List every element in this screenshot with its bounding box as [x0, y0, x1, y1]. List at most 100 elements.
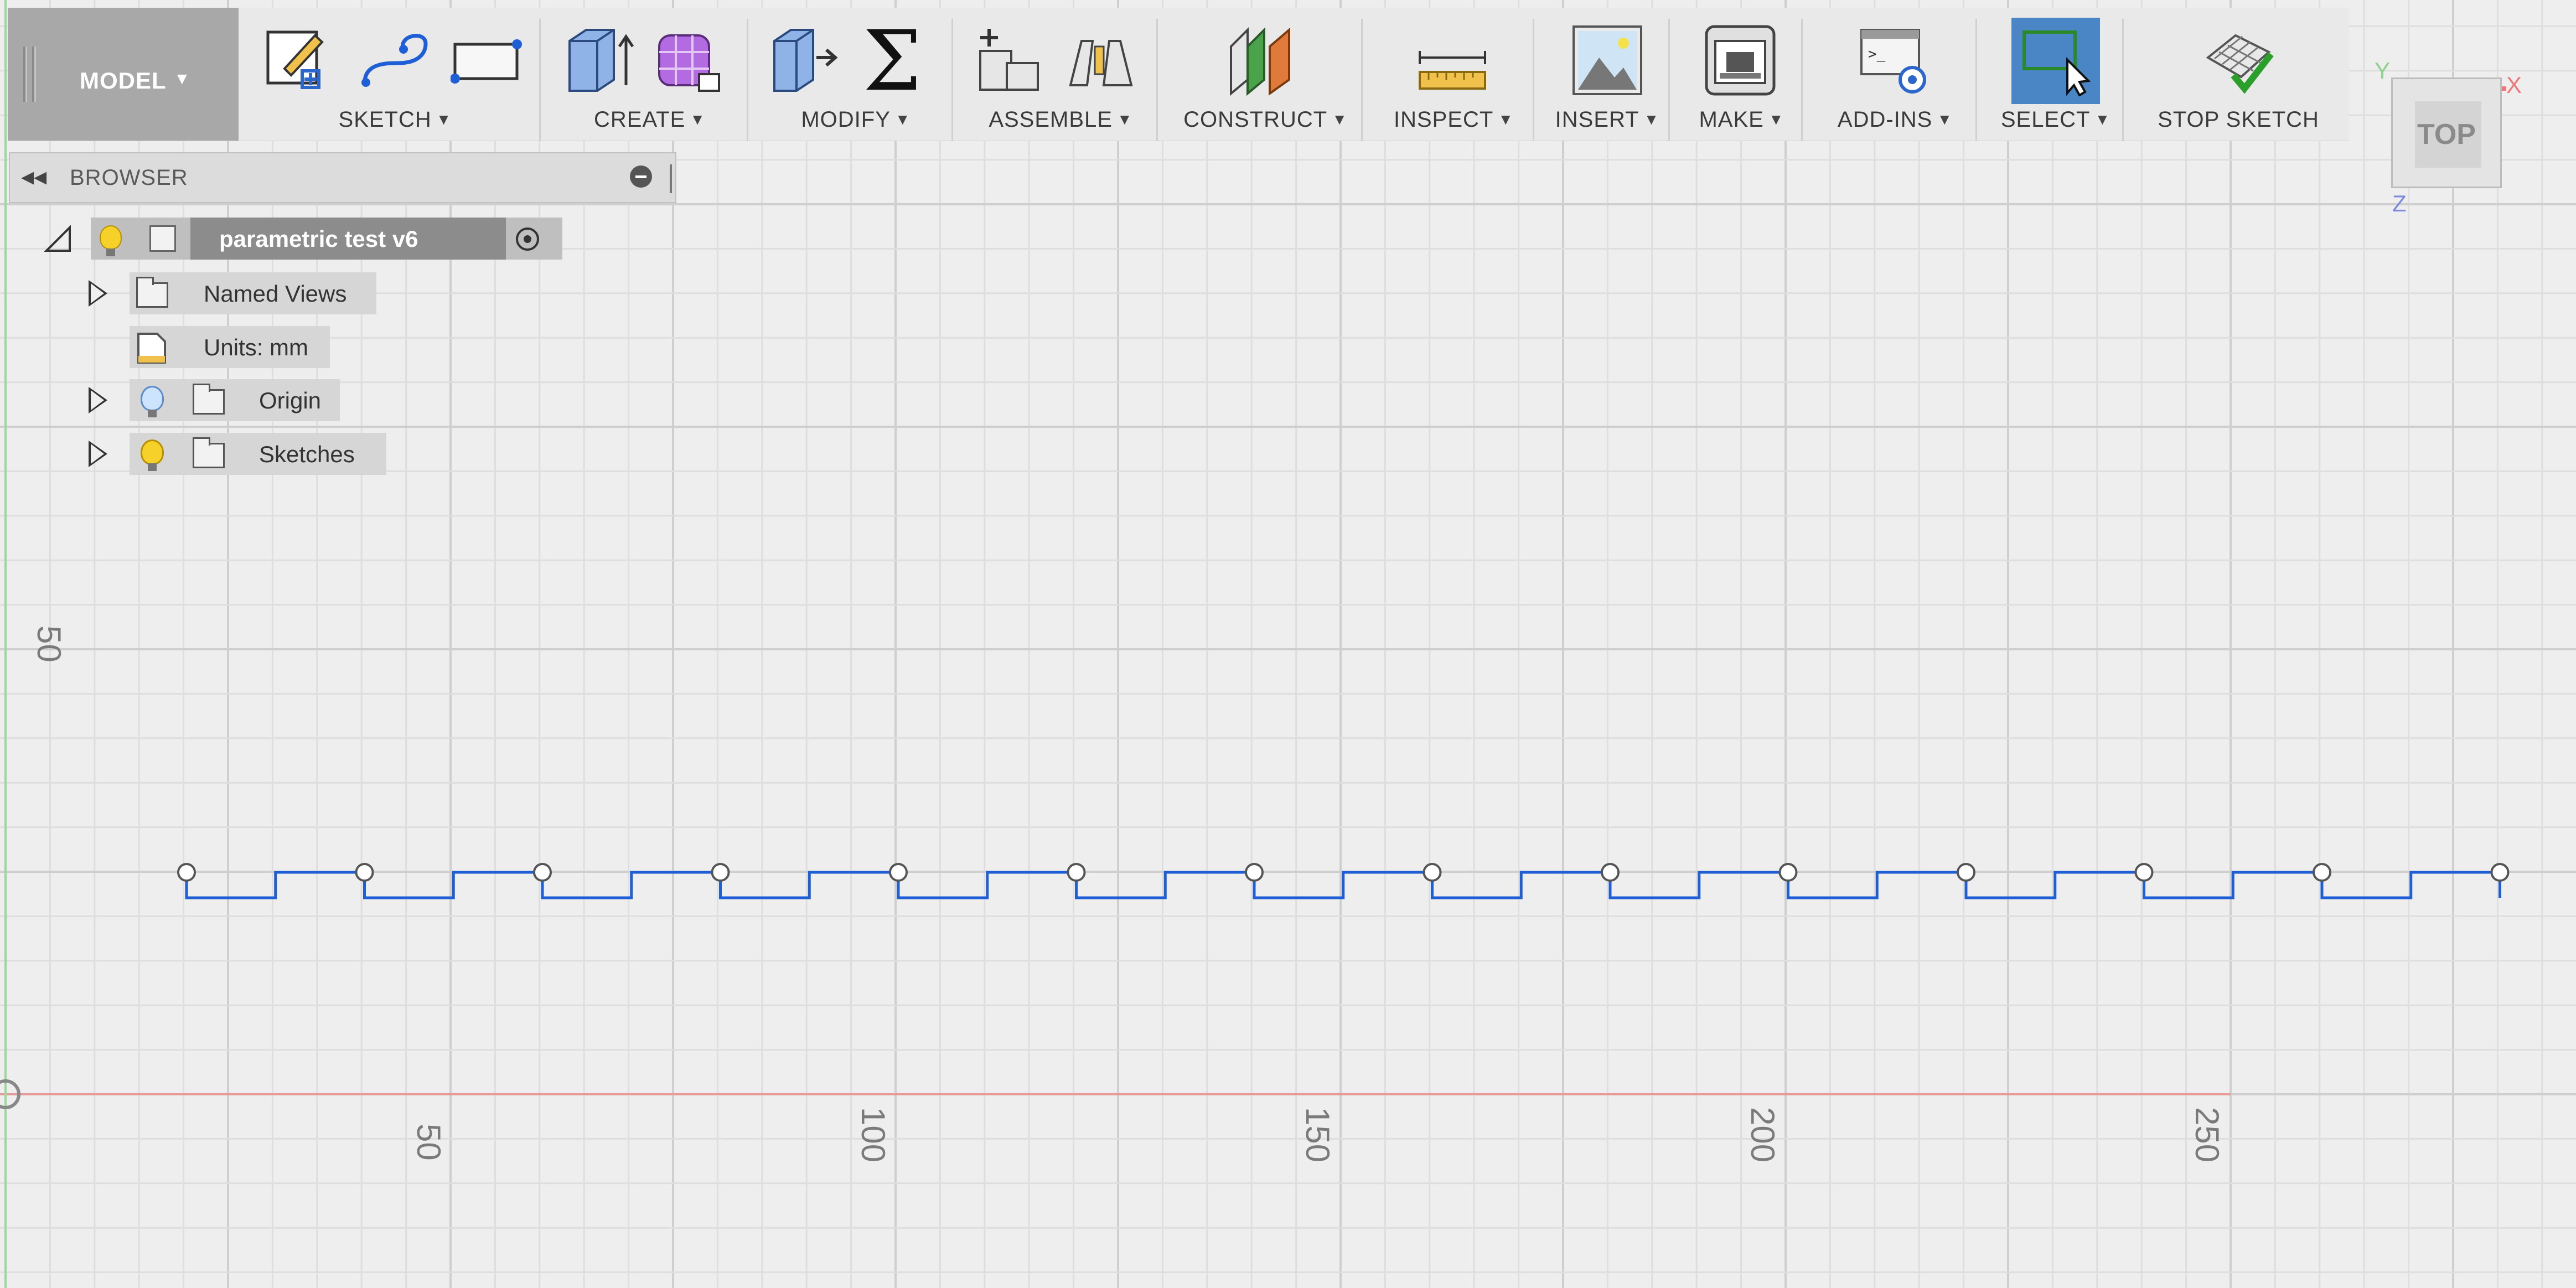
- sketch-square-wave[interactable]: [185, 871, 2501, 899]
- select-group[interactable]: SELECT ▼: [1989, 8, 2122, 141]
- sketch-point: [2134, 863, 2154, 882]
- sketch-point: [177, 863, 196, 882]
- axis-z-label: Z: [2392, 190, 2407, 216]
- browser-pin-icon[interactable]: [670, 164, 672, 193]
- insert-menu-label[interactable]: INSERT ▼: [1546, 107, 1668, 132]
- construct-menu-label[interactable]: CONSTRUCT ▼: [1170, 107, 1361, 132]
- modify-menu-label[interactable]: MODIFY ▼: [761, 107, 951, 132]
- make-menu-label[interactable]: MAKE ▼: [1682, 107, 1801, 132]
- sketch-point: [533, 863, 552, 882]
- select-menu-label[interactable]: SELECT ▼: [1989, 107, 2122, 132]
- sketch-point: [711, 863, 730, 882]
- visibility-bulb-off-icon[interactable]: [141, 386, 164, 417]
- browser-minimize-icon[interactable]: [630, 165, 652, 188]
- arc-icon[interactable]: [359, 24, 431, 96]
- offset-plane-icon[interactable]: [1225, 24, 1297, 96]
- workspace-model-button[interactable]: MODEL ▼: [8, 8, 239, 141]
- addins-group[interactable]: >_ ADD-INS ▼: [1815, 8, 1975, 141]
- toolbar-grip[interactable]: [23, 46, 27, 102]
- toolbar: MODEL ▼ SKETCH ▼ CREATE ▼ Σ MODIFY ▼ ASS…: [8, 8, 2349, 141]
- activate-dot: [524, 235, 531, 243]
- construct-group[interactable]: CONSTRUCT ▼: [1170, 8, 1361, 141]
- addins-menu-label[interactable]: ADD-INS ▼: [1815, 107, 1975, 132]
- visibility-bulb-icon[interactable]: [141, 439, 164, 471]
- extrude-icon[interactable]: [564, 24, 636, 96]
- sketch-point: [1067, 863, 1086, 882]
- modify-group[interactable]: Σ MODIFY ▼: [761, 8, 951, 141]
- ruler-y-label: 50: [30, 625, 68, 663]
- inspect-group[interactable]: INSPECT ▼: [1375, 8, 1533, 141]
- folder-icon: [193, 384, 225, 415]
- folder-icon: [193, 437, 225, 468]
- sketch-point: [355, 863, 374, 882]
- sigma-parameters-icon[interactable]: Σ: [857, 24, 929, 96]
- browser-panel-header[interactable]: ◂◂ BROWSER: [9, 152, 676, 203]
- ruler-x-label-250: 250: [2189, 1107, 2226, 1162]
- axis-y-label: Y: [2375, 58, 2391, 84]
- form-icon[interactable]: [653, 24, 725, 96]
- expand-triangle-icon[interactable]: [89, 387, 107, 413]
- create-menu-label[interactable]: CREATE ▼: [553, 107, 747, 132]
- new-component-icon[interactable]: [974, 24, 1046, 96]
- sketch-point: [889, 863, 908, 882]
- browser-title: BROWSER: [70, 165, 188, 190]
- sketch-menu-label[interactable]: SKETCH ▼: [251, 107, 539, 132]
- sketch-point: [1778, 863, 1798, 882]
- sketch-point: [2313, 863, 2331, 882]
- collapse-browser-icon[interactable]: ◂◂: [21, 161, 46, 191]
- expand-triangle-icon[interactable]: [89, 280, 107, 307]
- create-group[interactable]: CREATE ▼: [553, 8, 747, 141]
- svg-text:Σ: Σ: [863, 24, 922, 96]
- workspace-caret-icon: ▼: [174, 70, 191, 88]
- toolbar-separator: [2122, 19, 2124, 141]
- workspace-label: MODEL: [80, 68, 167, 94]
- tree-item-sketches[interactable]: Sketches: [83, 433, 393, 475]
- make-group[interactable]: MAKE ▼: [1682, 8, 1801, 141]
- toolbar-grip-2[interactable]: [32, 46, 36, 102]
- toolbar-separator: [539, 19, 541, 141]
- tree-root-row[interactable]: parametric test v6: [44, 218, 562, 260]
- collapse-triangle-icon[interactable]: [44, 225, 72, 253]
- stop-sketch-label[interactable]: STOP SKETCH: [2136, 107, 2341, 132]
- 3d-print-icon[interactable]: [1704, 24, 1776, 96]
- inspect-menu-label[interactable]: INSPECT ▼: [1375, 107, 1533, 132]
- insert-group[interactable]: INSERT ▼: [1546, 8, 1668, 141]
- ruler-x-label-150: 150: [1299, 1107, 1336, 1162]
- scripts-addins-icon[interactable]: >_: [1859, 24, 1931, 96]
- assemble-menu-label[interactable]: ASSEMBLE ▼: [965, 107, 1156, 132]
- tree-item-named-views[interactable]: Named Views: [83, 272, 382, 314]
- tree-item-label: Origin: [259, 387, 322, 413]
- toolbar-separator: [1975, 19, 1977, 141]
- joint-icon[interactable]: [1065, 24, 1137, 96]
- toolbar-separator: [951, 19, 953, 141]
- stop-sketch-check-icon[interactable]: [2202, 24, 2274, 96]
- toolbar-separator: [1801, 19, 1803, 141]
- sketch-point: [2490, 863, 2510, 882]
- press-pull-icon[interactable]: [769, 24, 841, 96]
- tree-item-origin[interactable]: Origin: [83, 379, 349, 421]
- insert-image-icon[interactable]: [1571, 24, 1643, 96]
- rectangle-icon[interactable]: [451, 24, 523, 96]
- ruler-x-label-50: 50: [410, 1124, 447, 1161]
- axis-x-label: X: [2506, 72, 2522, 98]
- assemble-group[interactable]: ASSEMBLE ▼: [965, 8, 1156, 141]
- toolbar-separator: [1533, 19, 1534, 141]
- tree-item-label: Units: mm: [204, 334, 308, 360]
- measure-ruler-icon[interactable]: [1416, 24, 1488, 96]
- axis-x-dot: [2502, 86, 2506, 91]
- sketch-point: [1957, 863, 1975, 882]
- sketch-group[interactable]: SKETCH ▼: [251, 8, 539, 141]
- toolbar-separator: [1668, 19, 1670, 141]
- expand-triangle-icon[interactable]: [89, 441, 107, 467]
- folder-icon: [136, 277, 168, 308]
- visibility-bulb-icon[interactable]: [100, 225, 122, 256]
- select-cursor-icon[interactable]: [2020, 24, 2092, 96]
- tree-item-units[interactable]: Units: mm: [83, 326, 332, 368]
- component-icon: [149, 225, 176, 252]
- stop-sketch-group[interactable]: STOP SKETCH: [2136, 8, 2341, 141]
- svg-text:>_: >_: [1868, 46, 1886, 63]
- sketch-point: [1601, 863, 1620, 882]
- create-sketch-icon[interactable]: [262, 24, 334, 96]
- viewcube[interactable]: TOP: [2391, 77, 2502, 188]
- tree-item-label: Named Views: [204, 281, 347, 307]
